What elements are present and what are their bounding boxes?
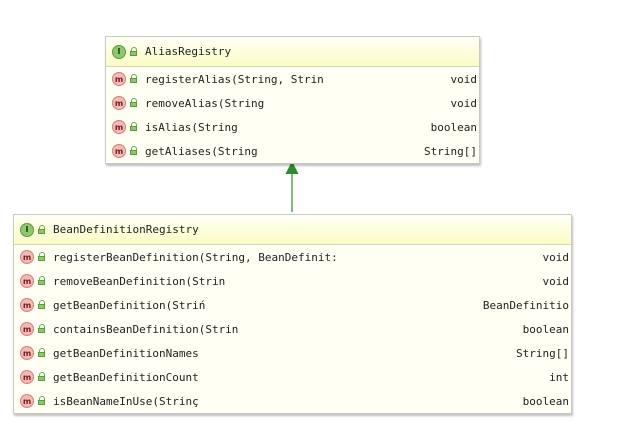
public-lock-icon [38, 372, 46, 382]
method-name: getAliases(String [145, 144, 258, 158]
method-row[interactable]: m isBeanNameInUse(Strinç boolean [14, 389, 571, 413]
method-name: removeAlias(String [145, 96, 265, 110]
bean-definition-registry-header[interactable]: I BeanDefinitionRegistry [14, 215, 571, 245]
method-return-type: int [549, 370, 569, 384]
method-row[interactable]: m containsBeanDefinition(Strin boolean [14, 317, 571, 341]
method-row[interactable]: m getBeanDefinitionCount int [14, 365, 571, 389]
public-lock-icon [130, 98, 138, 108]
method-return-type: String[] [424, 144, 477, 158]
method-icon: m [20, 346, 34, 360]
method-row[interactable]: m registerBeanDefinition(String, BeanDefi… [14, 245, 571, 269]
interface-icon: I [112, 44, 126, 59]
method-row[interactable]: m registerAlias(String, Strin void [106, 67, 479, 91]
method-name: getBeanDefinitionNames [53, 346, 199, 360]
method-icon: m [20, 274, 34, 288]
public-lock-icon [38, 224, 46, 235]
method-icon: m [20, 322, 34, 336]
method-icon: m [112, 96, 126, 110]
method-icon: m [112, 144, 126, 158]
method-return-type: void [542, 274, 570, 288]
public-lock-icon [38, 348, 46, 358]
public-lock-icon [38, 252, 46, 262]
public-lock-icon [38, 276, 46, 286]
method-name: getBeanDefinition(Striń [53, 298, 206, 312]
method-return-type: void [450, 72, 478, 86]
method-row[interactable]: m removeAlias(String void [106, 91, 479, 115]
class-name: AliasRegistry [145, 45, 232, 58]
method-row[interactable]: m getAliases(String String[] [106, 139, 479, 163]
public-lock-icon [38, 324, 46, 334]
method-icon: m [112, 72, 126, 86]
method-row[interactable]: m isAlias(String boolean [106, 115, 479, 139]
method-return-type: void [450, 96, 478, 110]
alias-registry-methods: m registerAlias(String, Strin void m removeA… [106, 67, 479, 163]
method-return-type: boolean [522, 322, 569, 336]
bean-definition-registry-methods: m registerBeanDefinition(String, BeanDefi… [14, 245, 571, 413]
public-lock-icon [130, 146, 138, 156]
public-lock-icon [38, 300, 46, 310]
method-name: registerBeanDefinition(String, BeanDefin… [53, 250, 338, 264]
method-icon: m [20, 298, 34, 312]
bean-definition-registry-class[interactable]: I BeanDefinitionRegistry m registerBeanDe… [13, 214, 572, 414]
public-lock-icon [38, 396, 46, 406]
method-row[interactable]: m removeBeanDefinition(Strin void [14, 269, 571, 293]
public-lock-icon [130, 122, 138, 132]
method-row[interactable]: m getBeanDefinitionNames String[] [14, 341, 571, 365]
method-name: getBeanDefinitionCount [53, 370, 199, 384]
method-name: registerAlias(String, Strin [145, 72, 324, 86]
method-icon: m [112, 120, 126, 134]
alias-registry-header[interactable]: I AliasRegistry [106, 37, 479, 67]
method-icon: m [20, 250, 34, 264]
class-name: BeanDefinitionRegistry [53, 223, 199, 236]
method-return-type: void [542, 250, 570, 264]
interface-icon: I [20, 222, 34, 237]
alias-registry-class[interactable]: I AliasRegistry m registerAlias(String, S… [105, 36, 480, 164]
method-row[interactable]: m getBeanDefinition(Striń BeanDefinitio [14, 293, 571, 317]
method-name: removeBeanDefinition(Strin [53, 274, 226, 288]
method-name: isAlias(String [145, 120, 238, 134]
method-return-type: boolean [430, 120, 477, 134]
method-return-type: BeanDefinitio [482, 298, 569, 312]
public-lock-icon [130, 46, 138, 57]
method-icon: m [20, 394, 34, 408]
method-return-type: boolean [522, 394, 569, 408]
public-lock-icon [130, 74, 138, 84]
method-name: isBeanNameInUse(Strinç [53, 394, 199, 408]
method-return-type: String[] [516, 346, 569, 360]
method-name: containsBeanDefinition(Strin [53, 322, 239, 336]
method-icon: m [20, 370, 34, 384]
